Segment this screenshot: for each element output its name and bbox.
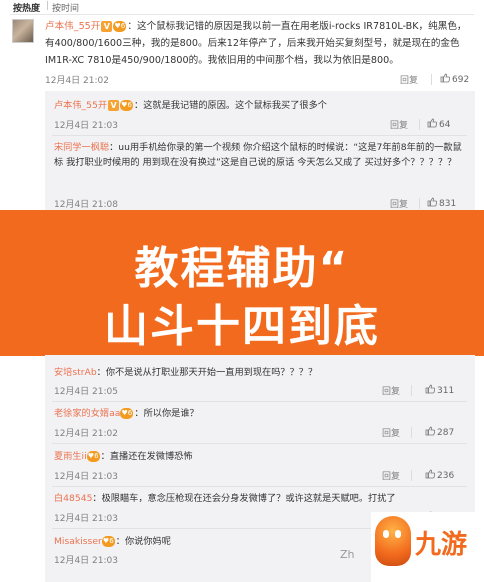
reply-username[interactable]: Misakisser	[54, 536, 102, 547]
like-count: 64	[439, 120, 451, 130]
thumbs-up-icon	[425, 384, 435, 394]
fan-badge-icon: ♥6	[113, 20, 127, 32]
like-count: 311	[437, 386, 455, 396]
like-button[interactable]: 287	[425, 426, 454, 438]
verified-icon: V	[108, 100, 120, 111]
reply-username[interactable]: 宋同学一枫聪	[54, 142, 109, 153]
jiuyou-logo: 九游	[371, 512, 484, 582]
like-button[interactable]: 236	[425, 469, 454, 481]
reply-username[interactable]: 老徐家的女婿aa	[54, 408, 120, 419]
divider	[10, 14, 474, 15]
sort-separator: |	[46, 1, 50, 11]
reply-username[interactable]: 安培strAb	[54, 367, 97, 378]
fan-badge-icon: ♥6	[86, 451, 100, 462]
like-button[interactable]: 831	[427, 197, 456, 209]
divider	[52, 401, 467, 402]
reply-text: ：uu用手机给你录的第一个视频 你介绍这个鼠标的时候说：“这是7年前8年前的一款…	[54, 142, 462, 168]
reply-text: ：这就是我记错的原因。这个鼠标我买了很多个	[134, 100, 327, 111]
logo-text: 九游	[415, 530, 468, 560]
watermark: Zh	[340, 548, 355, 561]
reply-item: 夏雨生ii♥6 ：直播还在发微博恐怖	[54, 449, 464, 464]
mascot-icon	[375, 516, 411, 566]
reply-item: 宋同学一枫聪：uu用手机给你录的第一个视频 你介绍这个鼠标的时候说：“这是7年前…	[54, 140, 464, 170]
divider	[52, 486, 467, 487]
reply-button[interactable]: 回复	[390, 197, 408, 210]
reply-username[interactable]: 夏雨生ii	[54, 451, 87, 462]
comment-username[interactable]: 卢本伟_55开	[45, 21, 100, 32]
reply-item: 卢本伟_55开 V ♥6 ：这就是我记错的原因。这个鼠标我买了很多个	[54, 98, 464, 113]
reply-button[interactable]: 回复	[382, 426, 400, 439]
fan-badge-icon: ♥6	[120, 408, 134, 419]
promo-banner: 教程辅助“ 山斗十四到底	[0, 210, 484, 356]
reply-item: 白48545：极限瞄车，意念压枪现在还会分身发微博了？或许这就是天赋吧。打扰了	[54, 491, 464, 506]
banner-line-2: 山斗十四到底	[104, 301, 380, 352]
reply-time: 12月4日 21:03	[54, 472, 118, 482]
sort-bar: 按热度 | 按时间	[0, 0, 484, 14]
comment-time: 12月4日 21:02	[45, 76, 109, 86]
fan-badge-icon: ♥6	[101, 536, 115, 547]
reply-button[interactable]: 回复	[390, 118, 408, 131]
like-button[interactable]: 311	[425, 384, 454, 396]
thumbs-up-icon	[425, 469, 435, 479]
divider	[419, 119, 420, 130]
thumbs-up-icon	[440, 73, 450, 83]
reply-time: 12月4日 21:03	[54, 514, 118, 524]
divider	[411, 385, 412, 396]
reply-text: ：所以你是谁？	[134, 408, 199, 419]
divider	[411, 470, 412, 481]
like-count: 831	[439, 199, 457, 209]
reply-button[interactable]: 回复	[382, 469, 400, 482]
reply-button[interactable]: 回复	[382, 384, 400, 397]
thumbs-up-icon	[425, 426, 435, 436]
reply-time: 12月4日 21:08	[54, 200, 118, 210]
like-count: 236	[437, 471, 455, 481]
like-button[interactable]: 64	[427, 118, 450, 130]
like-count: 287	[437, 428, 455, 438]
sort-by-hot[interactable]: 按热度	[13, 1, 40, 14]
sort-by-time[interactable]: 按时间	[52, 1, 79, 14]
banner-line-1: 教程辅助“	[134, 243, 350, 294]
reply-item: 老徐家的女婿aa♥6 ：所以你是谁？	[54, 406, 464, 421]
thumbs-up-icon	[427, 118, 437, 128]
reply-button[interactable]: 回复	[400, 73, 418, 86]
divider	[419, 198, 420, 209]
divider	[431, 74, 432, 85]
reply-time: 12月4日 21:02	[54, 429, 118, 439]
main-comment-text: 卢本伟_55开 V ♥6 ：这个鼠标我记错的原因是我以前一直在用老版i-rocks I…	[45, 18, 475, 69]
reply-time: 12月4日 21:05	[54, 387, 118, 397]
reply-username[interactable]: 白48545	[54, 493, 92, 504]
divider	[52, 443, 467, 444]
reply-text: ：你说你妈呢	[115, 536, 171, 547]
reply-time: 12月4日 21:03	[54, 121, 118, 131]
reply-username[interactable]: 卢本伟_55开	[54, 100, 107, 111]
avatar[interactable]	[12, 19, 34, 43]
reply-item: 安培strAb：你不是说从打职业那天开始一直用到现在吗？？？？	[54, 365, 464, 380]
like-button[interactable]: 692	[440, 73, 469, 85]
reply-time: 12月4日 21:03	[54, 556, 118, 566]
reply-text: ：直播还在发微博恐怖	[100, 451, 193, 462]
fan-badge-icon: ♥6	[120, 100, 134, 111]
like-count: 692	[452, 75, 470, 85]
reply-text: ：你不是说从打职业那天开始一直用到现在吗？？？？	[96, 367, 318, 378]
divider	[411, 427, 412, 438]
reply-text: ：极限瞄车，意念压枪现在还会分身发微博了？或许这就是天赋吧。打扰了	[92, 493, 396, 504]
thumbs-up-icon	[427, 197, 437, 207]
verified-icon: V	[101, 20, 113, 32]
divider	[52, 135, 467, 136]
